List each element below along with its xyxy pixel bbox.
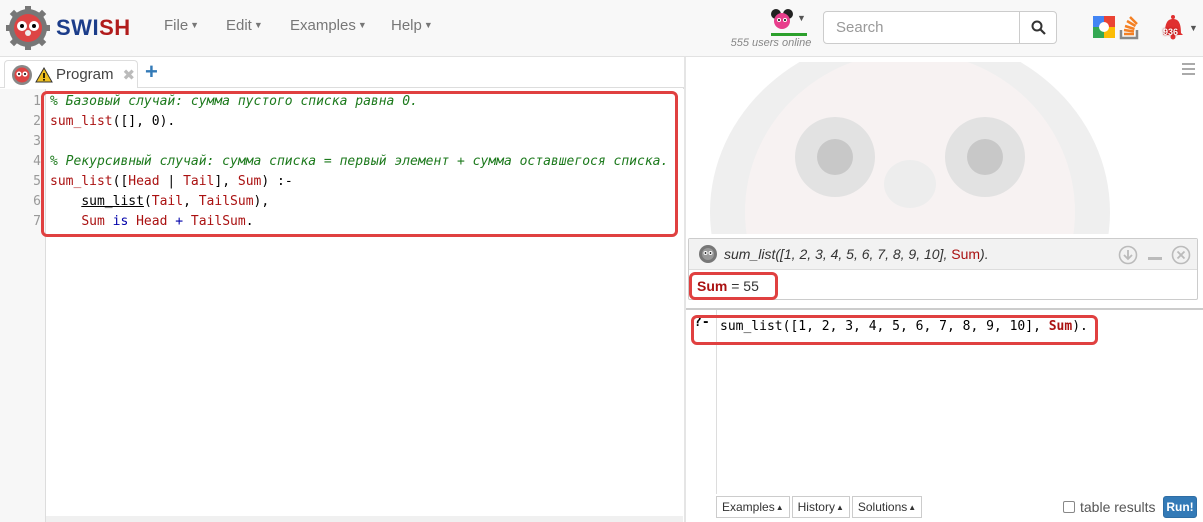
- swish-owl-icon: [12, 64, 32, 85]
- owl-watermark: [710, 62, 1110, 234]
- download-icon[interactable]: [1118, 245, 1138, 265]
- users-online-count: 555 users online: [730, 37, 812, 49]
- history-button[interactable]: History ▲: [791, 496, 850, 518]
- stackoverflow-login-icon[interactable]: [1117, 14, 1143, 40]
- examples-button[interactable]: Examples ▲: [716, 496, 790, 518]
- swish-logo[interactable]: SWISH: [6, 6, 131, 50]
- line-number: 4: [33, 154, 41, 169]
- answer-highlight-box: [689, 272, 778, 300]
- caret-down-icon: ▼: [357, 20, 367, 30]
- solutions-button[interactable]: Solutions ▲: [851, 496, 923, 518]
- search-button[interactable]: [1019, 11, 1057, 44]
- caret-down-icon: ▼: [253, 20, 263, 30]
- tab-program[interactable]: Program ✖: [4, 60, 138, 88]
- caret-up-icon: ▲: [775, 502, 784, 512]
- line-number: 2: [33, 114, 41, 129]
- navbar: SWISH File ▼ Edit ▼ Examples ▼ Help ▼ ▼ 555 …: [0, 0, 1203, 57]
- search-icon: [1031, 20, 1046, 35]
- menu-examples[interactable]: Examples ▼: [290, 17, 367, 34]
- caret-down-icon: ▼: [1189, 23, 1198, 33]
- add-tab-button[interactable]: +: [145, 59, 158, 85]
- line-number: 6: [33, 194, 41, 209]
- caret-down-icon: ▼: [797, 13, 806, 23]
- google-login-icon[interactable]: [1093, 16, 1115, 38]
- user-info[interactable]: ▼ 555 users online: [730, 7, 812, 53]
- notifications-button[interactable]: 936 ▼: [1160, 14, 1200, 44]
- caret-up-icon: ▲: [835, 502, 844, 512]
- brand-name: SWISH: [56, 15, 131, 40]
- line-number: 1: [33, 94, 41, 109]
- horizontal-scrollbar[interactable]: [46, 516, 683, 522]
- results-pane: sum_list([1, 2, 3, 4, 5, 6, 7, 8, 9, 10]…: [686, 57, 1203, 522]
- tab-label: Program: [56, 66, 114, 83]
- tab-bar: Program ✖ +: [0, 57, 684, 88]
- caret-up-icon: ▲: [908, 502, 917, 512]
- line-number: 5: [33, 174, 41, 189]
- line-number: 7: [33, 214, 41, 229]
- query-highlight-box: [691, 315, 1098, 345]
- owl-gear-icon: [699, 245, 717, 263]
- query-result-box: sum_list([1, 2, 3, 4, 5, 6, 7, 8, 9, 10]…: [688, 238, 1198, 300]
- code-highlight-box: [41, 91, 678, 237]
- user-avatar-icon: [771, 9, 793, 29]
- table-results-checkbox[interactable]: [1063, 501, 1075, 513]
- run-button[interactable]: Run!: [1163, 496, 1197, 518]
- query-area: ?- sum_list([1, 2, 3, 4, 5, 6, 7, 8, 9, …: [686, 308, 1203, 522]
- warning-icon: [35, 66, 53, 82]
- close-icon[interactable]: [1171, 245, 1191, 265]
- caret-down-icon: ▼: [190, 20, 200, 30]
- line-number: 3: [33, 134, 41, 149]
- result-query-text: sum_list([1, 2, 3, 4, 5, 6, 7, 8, 9, 10]…: [724, 246, 989, 262]
- menu-file[interactable]: File ▼: [164, 17, 199, 34]
- caret-down-icon: ▼: [423, 20, 433, 30]
- notification-badge: 936: [1163, 27, 1179, 37]
- swish-owl-icon: [6, 6, 50, 50]
- menu-icon[interactable]: [1182, 63, 1195, 78]
- table-results-label: table results: [1080, 499, 1156, 515]
- query-button-row: Examples ▲ History ▲ Solutions ▲: [716, 496, 924, 518]
- result-header: sum_list([1, 2, 3, 4, 5, 6, 7, 8, 9, 10]…: [689, 239, 1197, 270]
- program-editor[interactable]: 1 2 3 4 5 6 7 % Базовый случай: сумма пу…: [0, 89, 684, 522]
- close-tab-icon[interactable]: ✖: [123, 66, 136, 84]
- table-results-toggle[interactable]: table results: [1063, 499, 1155, 515]
- menu-help[interactable]: Help ▼: [391, 17, 433, 34]
- program-pane: Program ✖ + 1 2 3 4 5 6 7 % Базовый случ…: [0, 57, 684, 522]
- user-status-bar: [771, 33, 807, 36]
- search-input[interactable]: [823, 11, 1020, 44]
- minimize-icon[interactable]: [1145, 245, 1165, 265]
- menu-edit[interactable]: Edit ▼: [226, 17, 263, 34]
- line-number-gutter: 1 2 3 4 5 6 7: [0, 89, 46, 522]
